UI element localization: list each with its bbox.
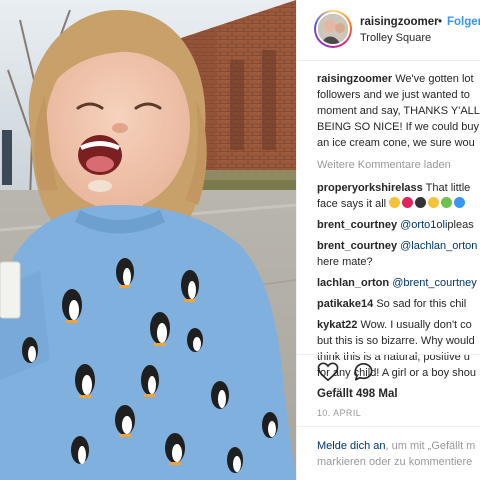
comment-bubble-icon[interactable] [353, 362, 374, 382]
emoji-icon [441, 197, 453, 208]
comment-username-link[interactable]: brent_courtney [317, 219, 397, 231]
comment-text-line: here mate? [317, 256, 373, 268]
login-prompt: Melde dich an, um mit „Gefällt m markier… [317, 438, 480, 470]
comment: properyorkshirelass That little face say… [317, 180, 480, 212]
comment-text-line: face says it all [317, 198, 387, 210]
comment-username-link[interactable]: patikake14 [317, 298, 373, 310]
emoji-icon [454, 197, 466, 208]
heart-icon[interactable] [317, 362, 339, 382]
caption-text-line: moment and say, THANKS Y'ALL [317, 105, 480, 117]
caption-text-line: We've gotten lot [395, 73, 474, 85]
emoji-icon [415, 197, 427, 208]
header-divider [297, 60, 480, 61]
likes-count[interactable]: Gefällt 498 Mal [317, 388, 398, 400]
comment-text-line: That little [425, 182, 471, 194]
location-link[interactable]: Trolley Square [360, 32, 431, 44]
action-bar [317, 362, 384, 384]
comment-mention-link[interactable]: @lachlan_orton [400, 240, 477, 252]
comment-username-link[interactable]: brent_courtney [317, 240, 397, 252]
comments-list: raisingzoomer We've gotten lot followers… [317, 71, 480, 386]
load-more-comments-button[interactable]: Weitere Kommentare laden [317, 157, 480, 173]
emoji-row [389, 197, 467, 210]
post-sidebar: raisingzoomer • Folgen Trolley Square ra… [296, 0, 480, 480]
caption-text-line: followers and we just wanted to [317, 89, 470, 101]
comment-username-link[interactable]: lachlan_orton [317, 277, 389, 289]
header-separator: • [438, 16, 443, 28]
comment-text-line: So sad for this chil [376, 298, 467, 310]
caption-text-line: an ice cream cone, we sure wou [317, 137, 475, 149]
comment: brent_courtney @orto1olipleas [317, 217, 480, 233]
avatar[interactable] [314, 10, 352, 48]
emoji-icon [402, 197, 414, 208]
emoji-icon [428, 197, 440, 208]
header-username-link[interactable]: raisingzoomer [360, 16, 439, 28]
comment-text-line: pleas [447, 219, 474, 231]
comment-mention-link[interactable]: @brent_courtney [392, 277, 477, 289]
login-link[interactable]: Melde dich an [317, 440, 386, 452]
comment: patikake14 So sad for this chil [317, 296, 480, 312]
post-caption: raisingzoomer We've gotten lot followers… [317, 71, 480, 151]
caption-username-link[interactable]: raisingzoomer [317, 73, 392, 85]
login-divider [297, 426, 480, 427]
login-prompt-text: markieren oder zu kommentiere [317, 456, 473, 468]
comment-text-line: Wow. I usually don't co [360, 319, 472, 331]
comment: lachlan_orton @brent_courtney [317, 275, 480, 291]
avatar-image [316, 12, 350, 46]
emoji-icon [389, 197, 401, 208]
comment: brent_courtney @lachlan_orton here mate? [317, 238, 480, 270]
post-photo[interactable] [0, 0, 296, 480]
post-date[interactable]: 10. APRIL [317, 408, 361, 418]
comment-text-line: but this is so bizarre. Why would [317, 335, 475, 347]
actions-divider [297, 354, 480, 355]
comment-mention-link[interactable]: @orto1oli [400, 219, 447, 231]
comment-username-link[interactable]: properyorkshirelass [317, 182, 423, 194]
login-prompt-text: , um mit „Gefällt m [385, 440, 476, 452]
comment-username-link[interactable]: kykat22 [317, 319, 357, 331]
post-photo-image [0, 0, 296, 480]
caption-text-line: BEING SO NICE! If we could buy [317, 121, 480, 133]
follow-button[interactable]: Folgen [447, 16, 480, 28]
post-header: raisingzoomer • Folgen Trolley Square [297, 0, 480, 60]
